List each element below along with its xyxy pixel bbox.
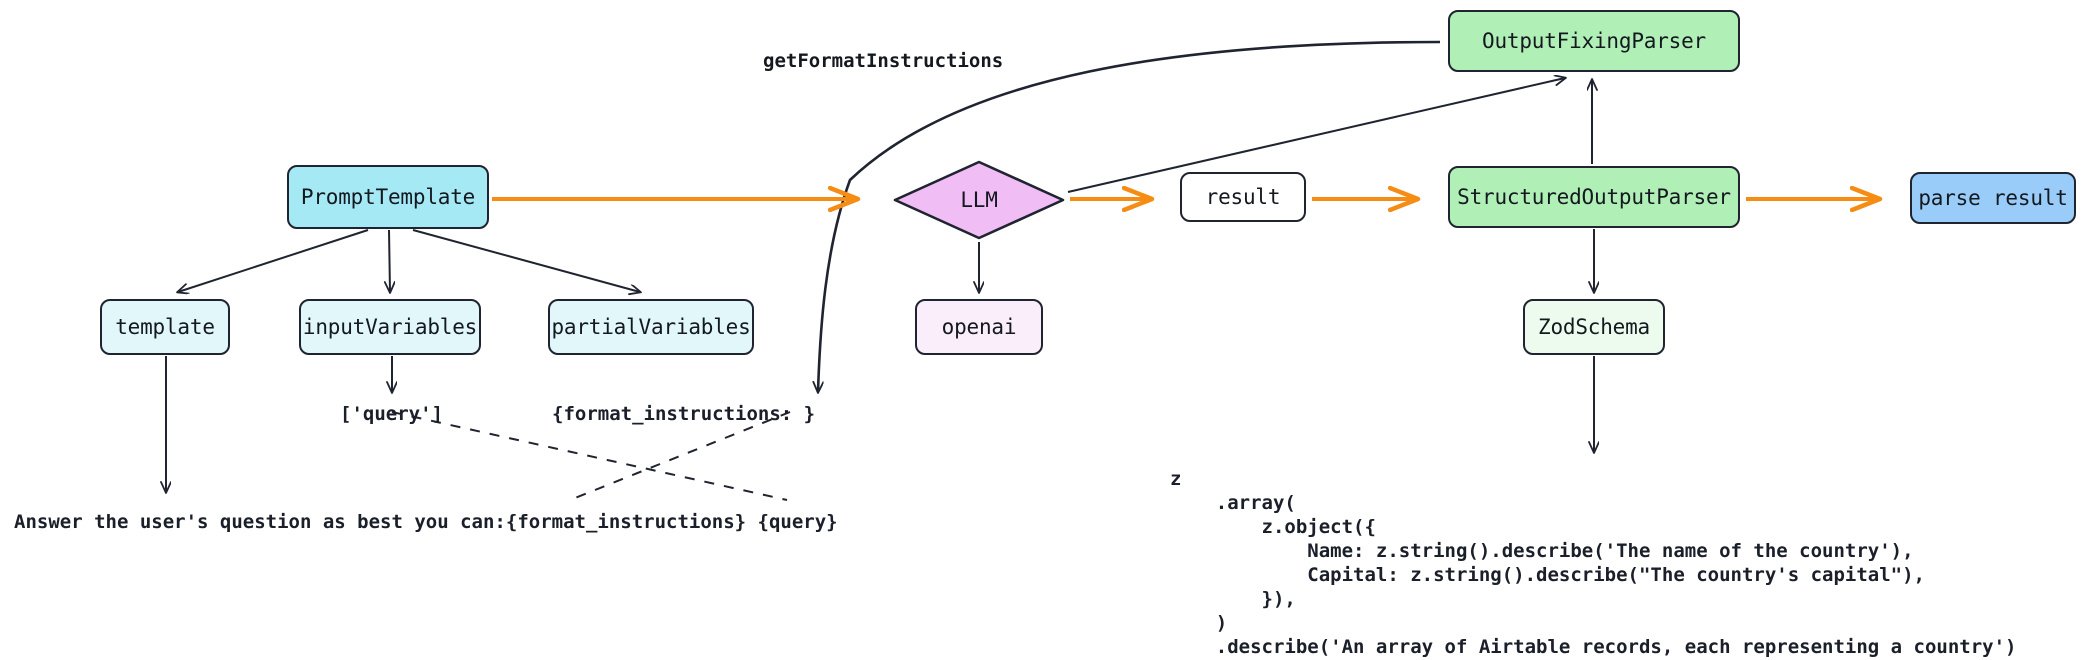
edge-query-dashed [391, 411, 788, 501]
node-label: template [115, 315, 215, 339]
edge-formatinstructions-dashed [569, 411, 791, 501]
label-partial-variables-value: {format_instructions: } [552, 403, 816, 425]
label-query-list: ['query'] [340, 403, 443, 425]
node-llm[interactable]: LLM [893, 160, 1065, 240]
node-result[interactable]: result [1180, 172, 1306, 222]
node-label: PromptTemplate [300, 185, 476, 209]
edge-prompttemplate-inputvariables [389, 229, 390, 292]
node-prompt-template[interactable]: PromptTemplate [287, 165, 489, 229]
node-input-variables[interactable]: inputVariables [299, 299, 481, 355]
node-structured-output-parser[interactable]: StructuredOutputParser [1448, 166, 1740, 228]
node-label: parse result [1918, 186, 2068, 210]
node-partial-variables[interactable]: partialVariables [548, 299, 754, 355]
node-output-fixing-parser[interactable]: OutputFixingParser [1448, 10, 1740, 72]
node-template[interactable]: template [100, 299, 230, 355]
label-template-string: Answer the user's question as best you c… [14, 511, 838, 533]
edge-label-get-format-instructions: getFormatInstructions [763, 50, 1004, 72]
edge-prompttemplate-template [178, 229, 369, 292]
node-label: LLM [960, 188, 998, 212]
node-label: inputVariables [302, 315, 478, 339]
zod-schema-code-block: z .array( z.object({ Name: z.string().de… [1170, 468, 2017, 658]
node-zod-schema[interactable]: ZodSchema [1523, 299, 1665, 355]
node-label: StructuredOutputParser [1457, 185, 1731, 209]
node-label: result [1205, 185, 1281, 209]
node-label: OutputFixingParser [1482, 29, 1706, 53]
node-openai[interactable]: openai [915, 299, 1043, 355]
node-label: ZodSchema [1538, 315, 1650, 339]
node-label: partialVariables [551, 315, 751, 339]
edge-prompttemplate-partialvariables [412, 229, 640, 292]
node-label: openai [941, 315, 1017, 339]
node-parse-result[interactable]: parse result [1910, 172, 2076, 224]
diagram-canvas: PromptTemplate template inputVariables p… [0, 0, 2100, 660]
